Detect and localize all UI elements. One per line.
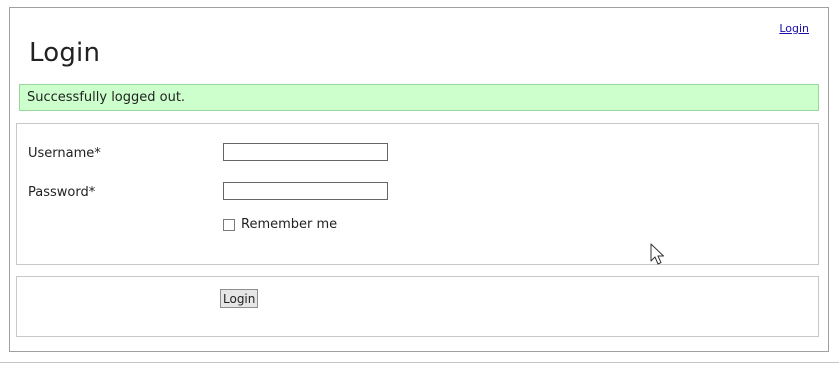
logout-notice: Successfully logged out. [19,84,819,111]
username-input[interactable] [223,143,388,161]
login-link[interactable]: Login [779,22,809,35]
password-input[interactable] [223,182,388,200]
page-title: Login [29,38,101,68]
login-button[interactable]: Login [220,289,259,308]
remember-me-label: Remember me [241,217,338,232]
actions-fieldset: Login [16,276,819,337]
credentials-fieldset: Username* Password* Remember me [16,123,819,265]
remember-me-checkbox[interactable] [223,219,235,231]
password-label: Password* [28,185,96,200]
login-panel: Login Login Successfully logged out. Use… [9,7,829,352]
username-label: Username* [28,146,101,161]
remember-me-option[interactable]: Remember me [223,217,337,233]
page: Login Login Successfully logged out. Use… [0,0,839,376]
bottom-divider [0,362,839,363]
